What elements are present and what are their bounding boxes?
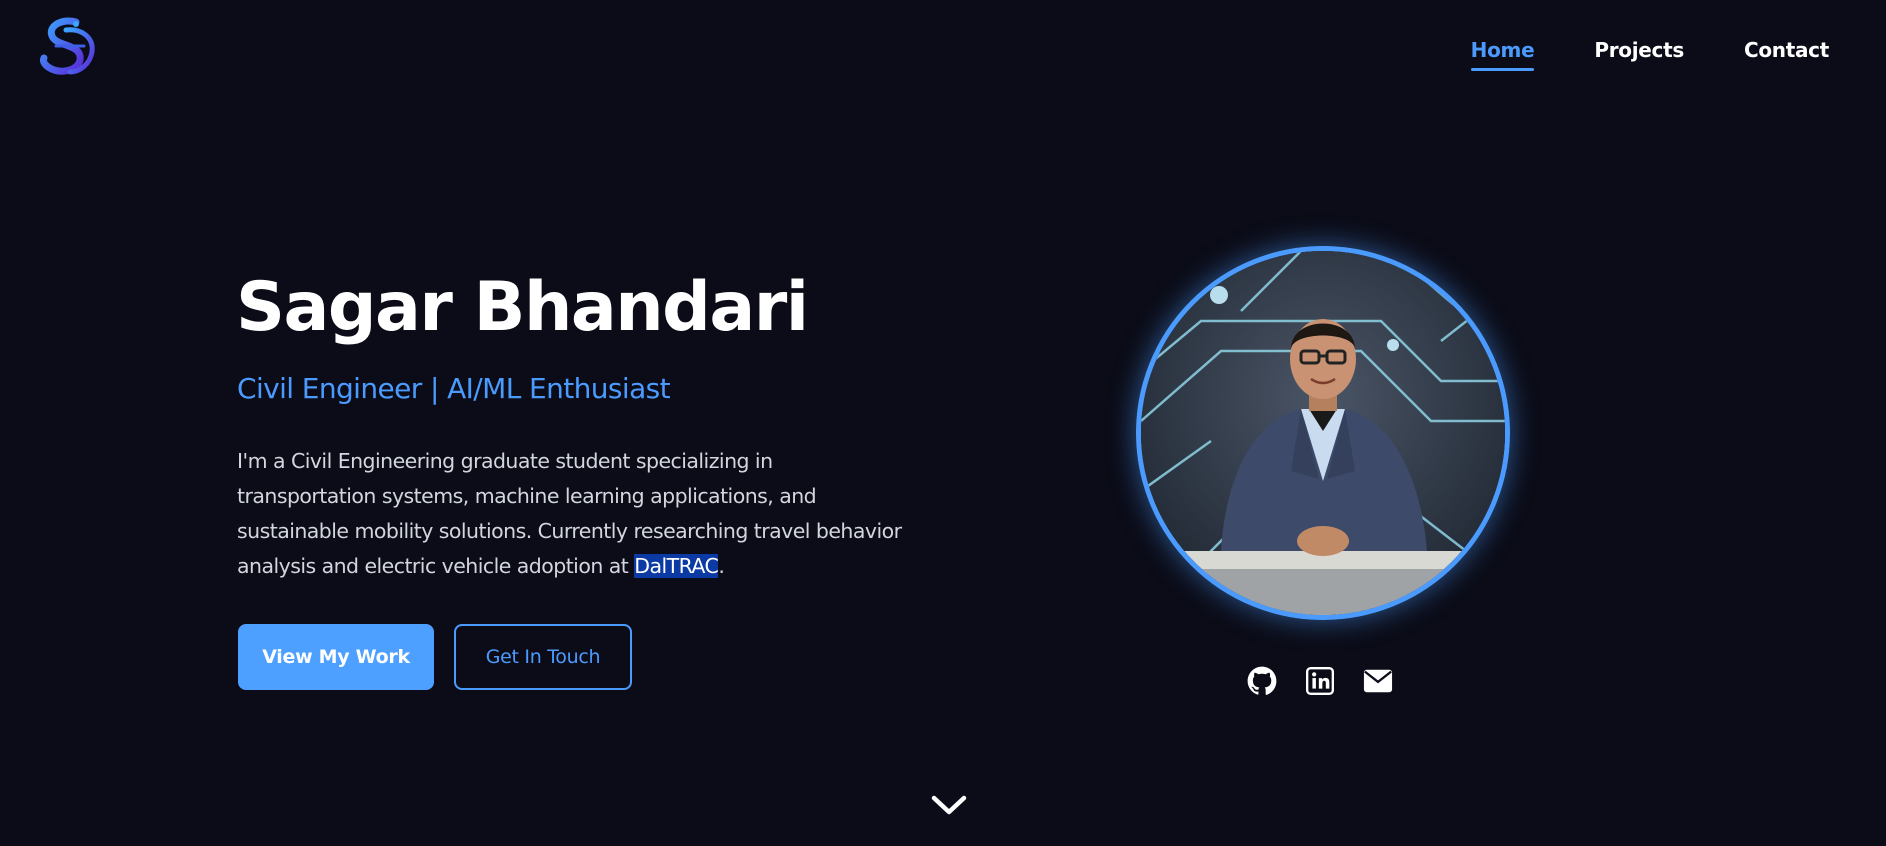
- github-icon[interactable]: [1247, 666, 1277, 696]
- main-nav: Home Projects Contact: [1470, 38, 1829, 71]
- chevron-down-icon[interactable]: [930, 790, 968, 820]
- hero-description-end: .: [718, 554, 725, 578]
- page: Home Projects Contact Sagar Bhandari Civ…: [0, 0, 1886, 846]
- daltrac-highlight: DalTRAC: [634, 554, 719, 578]
- nav-contact-link[interactable]: Contact: [1744, 38, 1829, 62]
- social-links: [1247, 666, 1393, 696]
- profile-photo: [1136, 246, 1510, 620]
- view-my-work-button[interactable]: View My Work: [238, 624, 434, 690]
- hero-description-text: I'm a Civil Engineering graduate student…: [237, 449, 902, 578]
- get-in-touch-button[interactable]: Get In Touch: [454, 624, 632, 690]
- linkedin-icon[interactable]: [1305, 666, 1335, 696]
- mail-icon[interactable]: [1363, 666, 1393, 696]
- nav-projects-link[interactable]: Projects: [1594, 38, 1684, 62]
- hero-description: I'm a Civil Engineering graduate student…: [237, 444, 917, 584]
- hero-tagline: Civil Engineer | AI/ML Enthusiast: [237, 372, 671, 405]
- nav-home-link[interactable]: Home: [1470, 38, 1535, 71]
- hero-name: Sagar Bhandari: [236, 268, 809, 347]
- monogram-s-logo-icon[interactable]: [36, 16, 102, 78]
